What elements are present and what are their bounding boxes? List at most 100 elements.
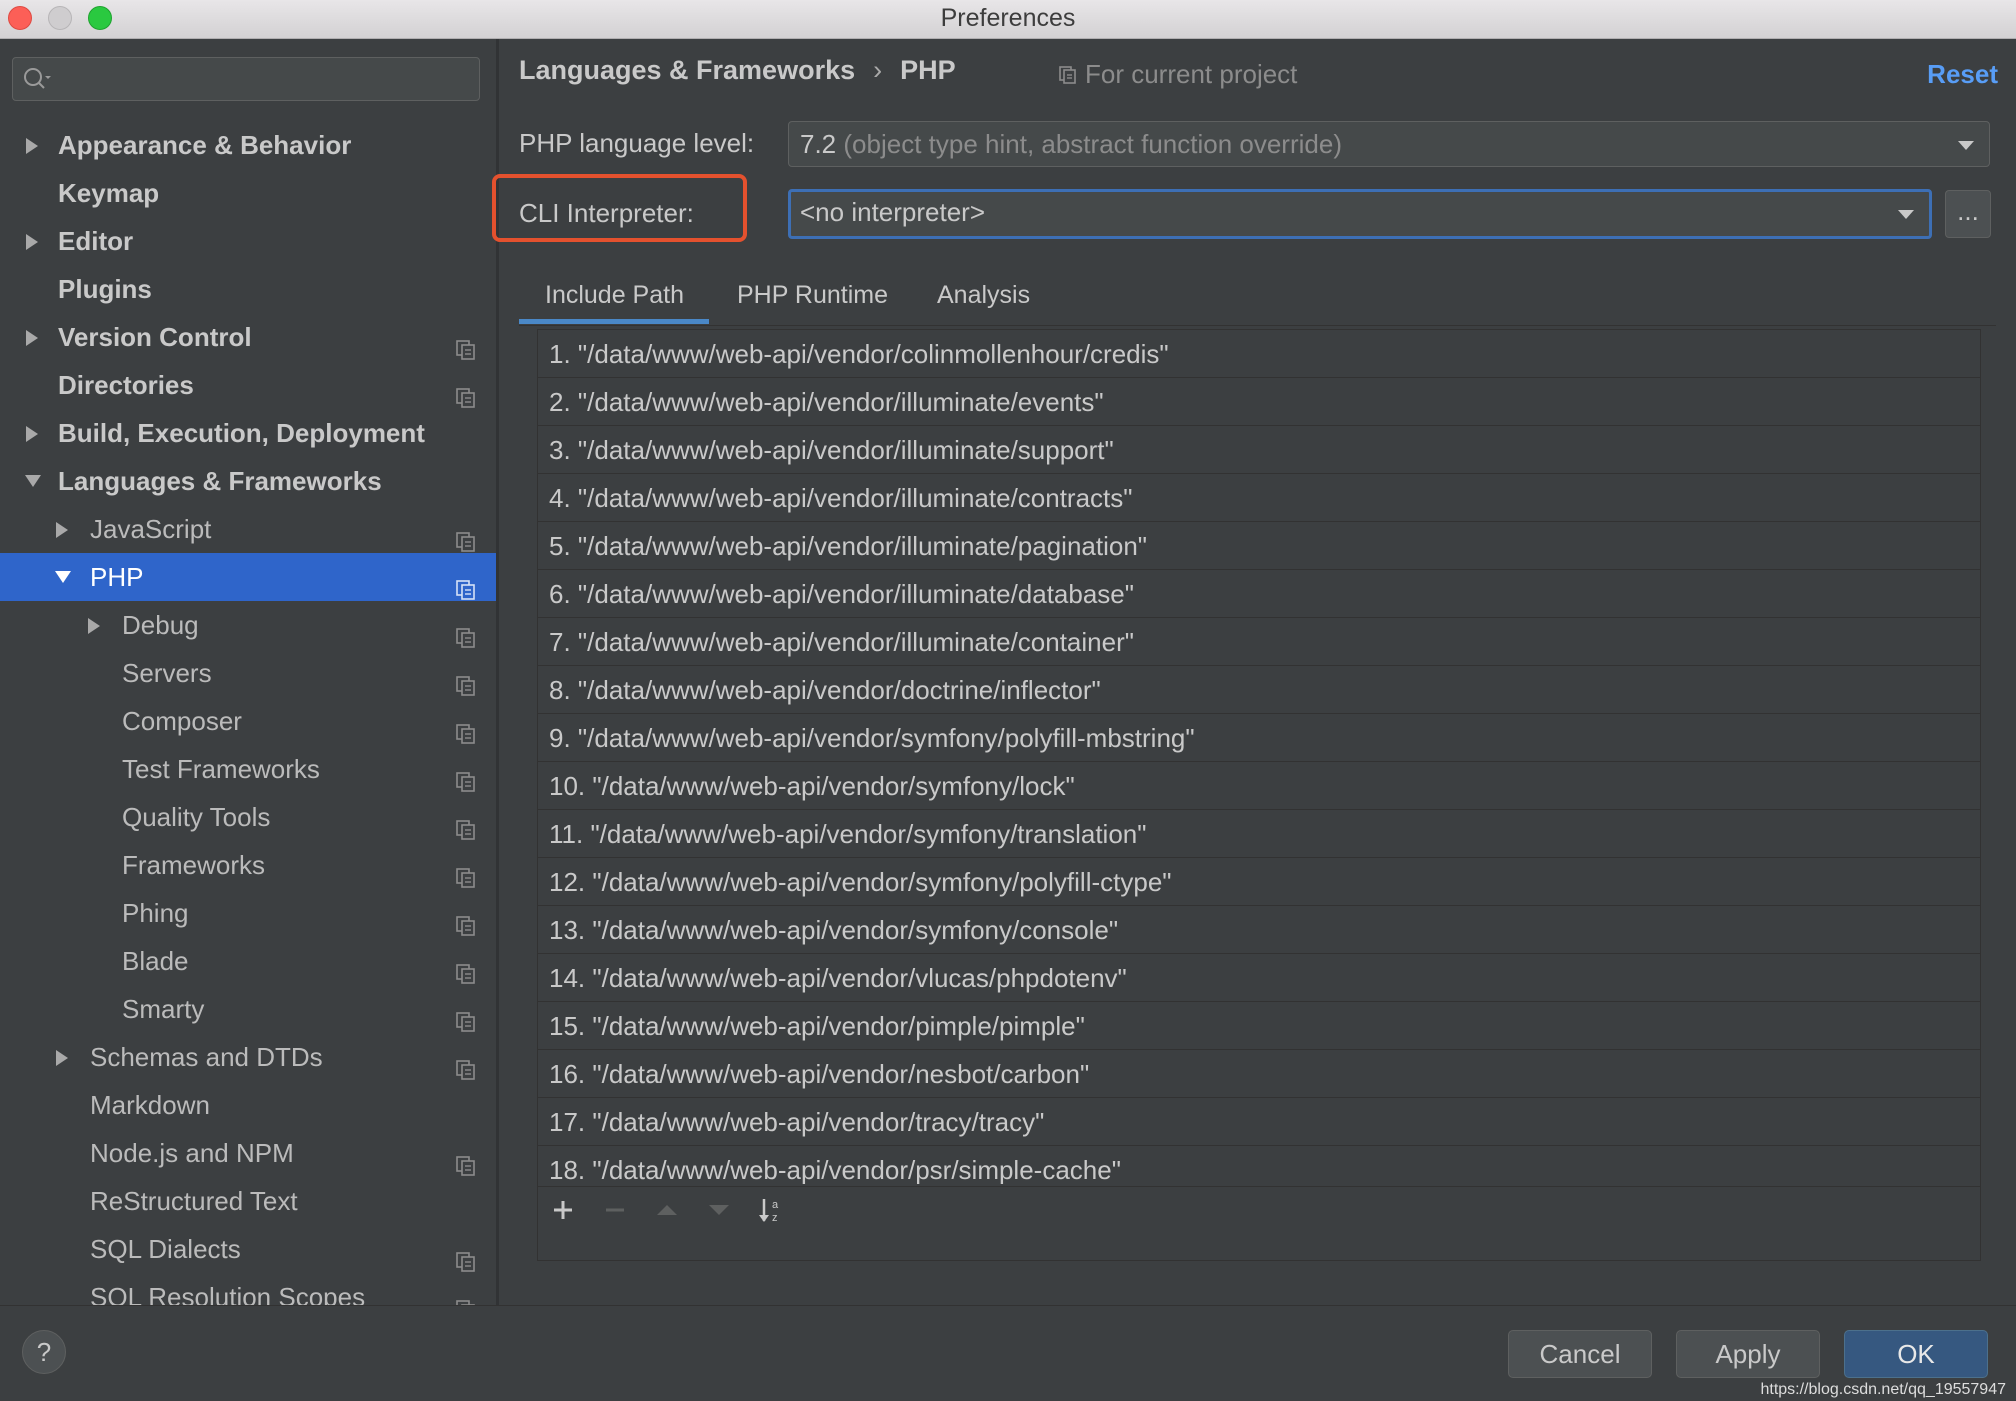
sidebar-item-label: JavaScript xyxy=(90,514,212,544)
include-path-row[interactable]: 16. "/data/www/web-api/vendor/nesbot/car… xyxy=(538,1050,1980,1098)
breadcrumb-separator: › xyxy=(873,55,883,85)
sidebar-item-label: Frameworks xyxy=(122,850,266,880)
minus-icon[interactable] xyxy=(600,1195,630,1225)
ok-button[interactable]: OK xyxy=(1844,1330,1988,1378)
sidebar-item-schemas-and-dtds[interactable]: Schemas and DTDs xyxy=(0,1033,496,1081)
project-copy-icon xyxy=(456,951,476,984)
sidebar-item-label: PHP xyxy=(90,562,144,592)
include-path-row[interactable]: 2. "/data/www/web-api/vendor/illuminate/… xyxy=(538,378,1980,426)
project-copy-icon xyxy=(456,1047,476,1080)
apply-button[interactable]: Apply xyxy=(1676,1330,1820,1378)
sidebar-item-version-control[interactable]: Version Control xyxy=(0,313,496,361)
list-toolbar: a z xyxy=(538,1186,1980,1233)
sidebar-item-appearance-behavior[interactable]: Appearance & Behavior xyxy=(0,121,496,169)
sidebar-item-directories[interactable]: Directories xyxy=(0,361,496,409)
breadcrumb-parent: Languages & Frameworks xyxy=(519,55,856,85)
language-level-value: 7.2 xyxy=(800,129,837,159)
expand-right-arrow-icon[interactable] xyxy=(22,121,42,169)
sidebar-item-composer[interactable]: Composer xyxy=(0,697,496,745)
include-path-row[interactable]: 8. "/data/www/web-api/vendor/doctrine/in… xyxy=(538,666,1980,714)
expand-right-arrow-icon[interactable] xyxy=(52,1033,72,1081)
sidebar-item-debug[interactable]: Debug xyxy=(0,601,496,649)
expand-right-arrow-icon[interactable] xyxy=(52,505,72,553)
sidebar-item-restructured-text[interactable]: ReStructured Text xyxy=(0,1177,496,1225)
help-button[interactable]: ? xyxy=(22,1330,66,1374)
include-path-row[interactable]: 10. "/data/www/web-api/vendor/symfony/lo… xyxy=(538,762,1980,810)
scope-label: For current project xyxy=(1085,59,1298,89)
expand-right-arrow-icon[interactable] xyxy=(22,313,42,361)
sidebar-item-sql-resolution-scopes[interactable]: SQL Resolution Scopes xyxy=(0,1273,496,1305)
tab-php-runtime[interactable]: PHP Runtime xyxy=(737,271,888,319)
dialog-footer: ? Cancel Apply OK https://blog.csdn.net/… xyxy=(0,1305,2016,1401)
include-path-row[interactable]: 13. "/data/www/web-api/vendor/symfony/co… xyxy=(538,906,1980,954)
sidebar-item-label: Keymap xyxy=(58,178,160,208)
sidebar-item-keymap[interactable]: Keymap xyxy=(0,169,496,217)
plus-icon[interactable] xyxy=(548,1195,578,1225)
chevron-down-icon xyxy=(1898,210,1914,219)
sidebar-item-label: Servers xyxy=(122,658,212,688)
browse-interpreter-button[interactable]: ... xyxy=(1945,190,1991,238)
settings-search-field[interactable] xyxy=(12,57,480,101)
sidebar-item-frameworks[interactable]: Frameworks xyxy=(0,841,496,889)
sidebar-item-phing[interactable]: Phing xyxy=(0,889,496,937)
include-path-row[interactable]: 3. "/data/www/web-api/vendor/illuminate/… xyxy=(538,426,1980,474)
include-path-row[interactable]: 5. "/data/www/web-api/vendor/illuminate/… xyxy=(538,522,1980,570)
expand-right-arrow-icon[interactable] xyxy=(84,601,104,649)
sidebar-item-label: Build, Execution, Deployment xyxy=(58,418,425,448)
sidebar-item-markdown[interactable]: Markdown xyxy=(0,1081,496,1129)
project-copy-icon xyxy=(456,855,476,888)
sidebar-item-servers[interactable]: Servers xyxy=(0,649,496,697)
tab-include-path[interactable]: Include Path xyxy=(545,271,684,319)
expand-down-arrow-icon[interactable] xyxy=(22,457,42,505)
include-path-row[interactable]: 9. "/data/www/web-api/vendor/symfony/pol… xyxy=(538,714,1980,762)
project-copy-icon xyxy=(456,711,476,744)
move-up-icon[interactable] xyxy=(652,1195,682,1225)
include-path-row[interactable]: 1. "/data/www/web-api/vendor/colinmollen… xyxy=(538,330,1980,378)
project-copy-icon xyxy=(456,615,476,648)
include-path-row[interactable]: 17. "/data/www/web-api/vendor/tracy/trac… xyxy=(538,1098,1980,1146)
include-path-row[interactable]: 7. "/data/www/web-api/vendor/illuminate/… xyxy=(538,618,1980,666)
language-level-label: PHP language level: xyxy=(519,128,755,158)
sidebar-item-test-frameworks[interactable]: Test Frameworks xyxy=(0,745,496,793)
tab-analysis[interactable]: Analysis xyxy=(937,271,1030,319)
sidebar-item-editor[interactable]: Editor xyxy=(0,217,496,265)
sidebar-item-label: Debug xyxy=(122,610,199,640)
include-path-row[interactable]: 14. "/data/www/web-api/vendor/vlucas/php… xyxy=(538,954,1980,1002)
sidebar-item-sql-dialects[interactable]: SQL Dialects xyxy=(0,1225,496,1273)
include-path-row[interactable]: 15. "/data/www/web-api/vendor/pimple/pim… xyxy=(538,1002,1980,1050)
language-level-hint: (object type hint, abstract function ove… xyxy=(843,129,1342,159)
include-path-row[interactable]: 12. "/data/www/web-api/vendor/symfony/po… xyxy=(538,858,1980,906)
project-copy-icon xyxy=(456,375,476,408)
sidebar-item-javascript[interactable]: JavaScript xyxy=(0,505,496,553)
sidebar-item-plugins[interactable]: Plugins xyxy=(0,265,496,313)
language-level-select[interactable]: 7.2 (object type hint, abstract function… xyxy=(788,121,1990,167)
include-path-row[interactable]: 6. "/data/www/web-api/vendor/illuminate/… xyxy=(538,570,1980,618)
cli-interpreter-select[interactable]: <no interpreter> xyxy=(788,189,1932,239)
project-copy-icon xyxy=(456,1287,476,1305)
sidebar-item-build-execution-deployment[interactable]: Build, Execution, Deployment xyxy=(0,409,496,457)
sidebar-item-node-js-and-npm[interactable]: Node.js and NPM xyxy=(0,1129,496,1177)
expand-right-arrow-icon[interactable] xyxy=(22,409,42,457)
expand-down-arrow-icon[interactable] xyxy=(52,553,72,601)
sort-alpha-icon[interactable]: a z xyxy=(756,1195,786,1225)
sidebar-item-smarty[interactable]: Smarty xyxy=(0,985,496,1033)
cancel-button[interactable]: Cancel xyxy=(1508,1330,1652,1378)
sidebar-item-php[interactable]: PHP xyxy=(0,553,496,601)
include-path-row[interactable]: 11. "/data/www/web-api/vendor/symfony/tr… xyxy=(538,810,1980,858)
include-path-list-viewport[interactable]: 1. "/data/www/web-api/vendor/colinmollen… xyxy=(538,330,1980,1184)
move-down-icon[interactable] xyxy=(704,1195,734,1225)
chevron-down-icon xyxy=(1958,141,1974,150)
reset-link[interactable]: Reset xyxy=(1927,59,1998,90)
sidebar-item-label: Node.js and NPM xyxy=(90,1138,294,1168)
include-path-row[interactable]: 18. "/data/www/web-api/vendor/psr/simple… xyxy=(538,1146,1980,1184)
include-path-row[interactable]: 4. "/data/www/web-api/vendor/illuminate/… xyxy=(538,474,1980,522)
sidebar-item-languages-frameworks[interactable]: Languages & Frameworks xyxy=(0,457,496,505)
active-tab-indicator xyxy=(519,319,709,324)
sidebar-item-label: Plugins xyxy=(58,274,152,304)
sidebar-item-blade[interactable]: Blade xyxy=(0,937,496,985)
project-copy-icon xyxy=(456,759,476,792)
sidebar-item-label: Languages & Frameworks xyxy=(58,466,382,496)
sidebar-item-quality-tools[interactable]: Quality Tools xyxy=(0,793,496,841)
sidebar-item-label: Blade xyxy=(122,946,189,976)
expand-right-arrow-icon[interactable] xyxy=(22,217,42,265)
